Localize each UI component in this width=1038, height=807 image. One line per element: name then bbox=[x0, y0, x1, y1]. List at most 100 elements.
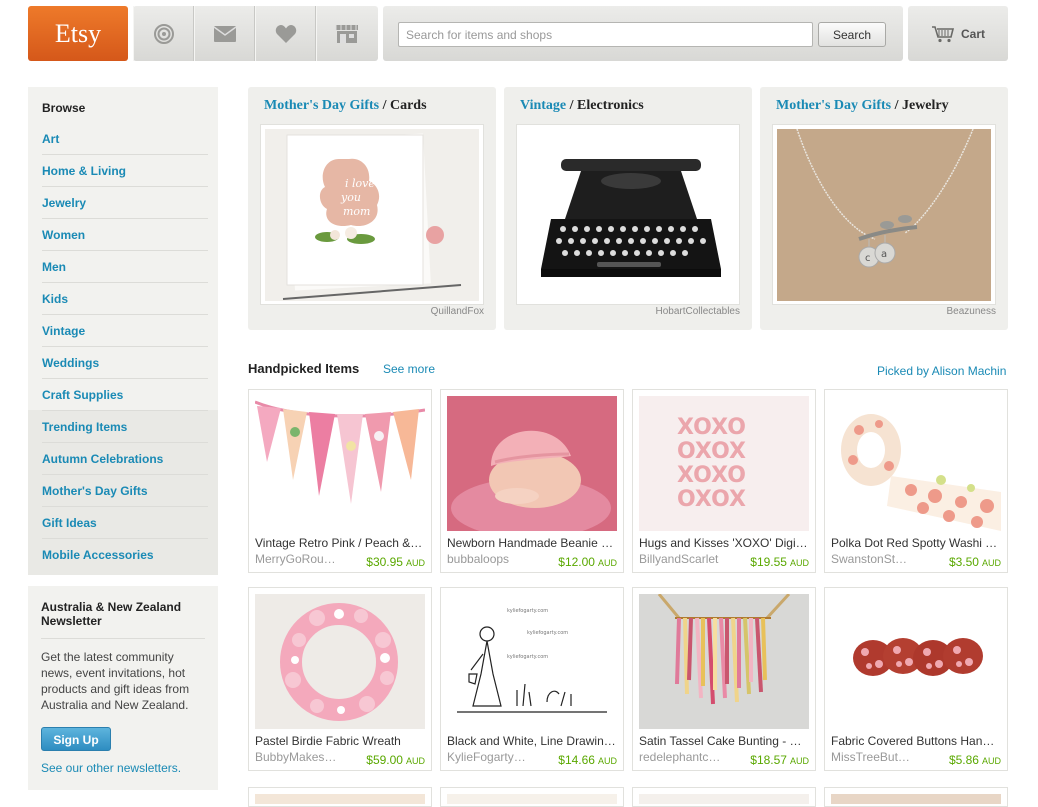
sidebar-item-gift-ideas[interactable]: Gift Ideas bbox=[42, 507, 208, 539]
feature-category-link[interactable]: Mother's Day Gifts bbox=[264, 98, 379, 113]
svg-text:OXOX: OXOX bbox=[677, 439, 746, 464]
favorites-button[interactable] bbox=[255, 6, 316, 61]
listing-image-xoxo-print[interactable]: XOXO OXOX XOXO OXOX bbox=[639, 396, 809, 531]
see-more-link[interactable]: See more bbox=[383, 362, 435, 376]
listing-title[interactable]: Hugs and Kisses 'XOXO' Digital Print bbox=[639, 536, 809, 550]
listing-image-partial bbox=[447, 794, 617, 804]
other-newsletters-link[interactable]: See our other newsletters. bbox=[41, 761, 205, 775]
price-value: $14.66 bbox=[558, 753, 595, 767]
listing-title[interactable]: Fabric Covered Buttons Handmade bbox=[831, 734, 1001, 748]
feature-credit[interactable]: QuillandFox bbox=[431, 306, 484, 317]
feature-image-necklace: c a bbox=[777, 129, 991, 301]
sidebar-item-women[interactable]: Women bbox=[42, 219, 208, 251]
feature-subcategory: Jewelry bbox=[901, 98, 949, 113]
listing-card[interactable]: Pastel Birdie Fabric Wreath BubbyMakes… … bbox=[248, 587, 432, 771]
listing-price: $14.66 AUD bbox=[558, 753, 617, 767]
listing-title[interactable]: Satin Tassel Cake Bunting - Pink bbox=[639, 734, 809, 748]
listing-card-partial[interactable] bbox=[632, 787, 816, 807]
sidebar-item-craft-supplies[interactable]: Craft Supplies bbox=[42, 379, 208, 411]
listing-shop[interactable]: bubbaloops bbox=[447, 552, 535, 566]
price-currency: AUD bbox=[597, 558, 617, 568]
newsletter-body: Get the latest community news, event inv… bbox=[41, 650, 190, 712]
listing-image-beanie[interactable] bbox=[447, 396, 617, 531]
price-value: $30.95 bbox=[366, 555, 403, 569]
feature-category-link[interactable]: Vintage bbox=[520, 98, 566, 113]
listing-title[interactable]: Pastel Birdie Fabric Wreath bbox=[255, 734, 425, 748]
messages-button[interactable] bbox=[194, 6, 255, 61]
listing-image-line-drawing[interactable]: kyliefogarty.com kyliefogarty.com kylief… bbox=[447, 594, 617, 729]
sidebar-item-kids[interactable]: Kids bbox=[42, 283, 208, 315]
price-currency: AUD bbox=[981, 558, 1001, 568]
feature-image-frame[interactable]: i love you mom bbox=[260, 124, 484, 305]
listing-card[interactable]: Satin Tassel Cake Bunting - Pink redelep… bbox=[632, 587, 816, 771]
listing-image-cake-bunting[interactable] bbox=[639, 594, 809, 729]
svg-text:XOXO: XOXO bbox=[677, 415, 746, 440]
sidebar-item-weddings[interactable]: Weddings bbox=[42, 347, 208, 379]
header-icon-bar bbox=[133, 6, 378, 61]
listing-image-bunting[interactable] bbox=[255, 396, 425, 531]
price-value: $59.00 bbox=[366, 753, 403, 767]
search-button[interactable]: Search bbox=[818, 22, 886, 47]
listing-shop[interactable]: SwanstonSt… bbox=[831, 552, 919, 566]
listing-image-partial bbox=[255, 794, 425, 804]
sidebar-item-men[interactable]: Men bbox=[42, 251, 208, 283]
feature-category-link[interactable]: Mother's Day Gifts bbox=[776, 98, 891, 113]
etsy-logo[interactable]: Etsy bbox=[28, 6, 128, 61]
listing-image-wreath[interactable] bbox=[255, 594, 425, 729]
search-input[interactable] bbox=[398, 22, 813, 47]
sidebar-item-mobile-accessories[interactable]: Mobile Accessories bbox=[42, 539, 208, 571]
signup-button[interactable]: Sign Up bbox=[41, 727, 111, 751]
feature-card[interactable]: Mother's Day Gifts / Jewelry c a Beazune… bbox=[760, 87, 1008, 330]
listing-shop[interactable]: redelephantc… bbox=[639, 750, 727, 764]
listing-image-washi-tape[interactable] bbox=[831, 396, 1001, 531]
cart-icon bbox=[931, 25, 955, 42]
sidebar-item-home-living[interactable]: Home & Living bbox=[42, 155, 208, 187]
sidebar-item-trending-items[interactable]: Trending Items bbox=[42, 411, 208, 443]
listing-shop[interactable]: MissTreeBut… bbox=[831, 750, 919, 764]
listing-image-buttons[interactable] bbox=[831, 594, 1001, 729]
listing-price: $3.50 AUD bbox=[949, 555, 1001, 569]
listing-shop[interactable]: KylieFogarty… bbox=[447, 750, 535, 764]
svg-text:mom: mom bbox=[343, 205, 370, 218]
sidebar-item-mothers-day-gifts[interactable]: Mother's Day Gifts bbox=[42, 475, 208, 507]
listing-card[interactable]: Vintage Retro Pink / Peach & Orange Bunt… bbox=[248, 389, 432, 573]
listing-title[interactable]: Polka Dot Red Spotty Washi Tape bbox=[831, 536, 1001, 550]
sidebar-item-art[interactable]: Art bbox=[42, 123, 208, 155]
search-button-label: Search bbox=[832, 27, 872, 42]
feature-credit[interactable]: Beazuness bbox=[947, 306, 996, 317]
listing-card[interactable]: Polka Dot Red Spotty Washi Tape Swanston… bbox=[824, 389, 1008, 573]
browse-title: Browse bbox=[42, 101, 86, 115]
feature-title: Mother's Day Gifts / Jewelry bbox=[776, 98, 949, 113]
listing-card[interactable]: Newborn Handmade Beanie Hat bubbaloops $… bbox=[440, 389, 624, 573]
listing-card-partial[interactable] bbox=[248, 787, 432, 807]
feature-subcategory: Electronics bbox=[577, 98, 644, 113]
listing-card-partial[interactable] bbox=[824, 787, 1008, 807]
price-value: $12.00 bbox=[558, 555, 595, 569]
newsletter-panel: Australia & New Zealand Newsletter Get t… bbox=[28, 586, 218, 790]
activity-button[interactable] bbox=[133, 6, 194, 61]
listing-shop[interactable]: MerryGoRou… bbox=[255, 552, 343, 566]
sidebar-item-vintage[interactable]: Vintage bbox=[42, 315, 208, 347]
listing-title[interactable]: Newborn Handmade Beanie Hat bbox=[447, 536, 617, 550]
listing-title[interactable]: Vintage Retro Pink / Peach & Orange Bunt… bbox=[255, 536, 425, 550]
picked-by-link[interactable]: Picked by Alison Machin bbox=[877, 364, 1006, 378]
shop-button[interactable] bbox=[316, 6, 377, 61]
listing-card-partial[interactable] bbox=[440, 787, 624, 807]
sidebar-item-jewelry[interactable]: Jewelry bbox=[42, 187, 208, 219]
listing-card[interactable]: XOXO OXOX XOXO OXOX Hugs and Kisses 'XOX… bbox=[632, 389, 816, 573]
listing-shop[interactable]: BubbyMakes… bbox=[255, 750, 343, 764]
feature-credit[interactable]: HobartCollectables bbox=[656, 306, 741, 317]
listing-card[interactable]: Fabric Covered Buttons Handmade MissTree… bbox=[824, 587, 1008, 771]
listing-shop[interactable]: BillyandScarlet bbox=[639, 552, 727, 566]
feature-image-frame[interactable]: c a bbox=[772, 124, 996, 305]
listing-card[interactable]: kyliefogarty.com kyliefogarty.com kylief… bbox=[440, 587, 624, 771]
feature-image-frame[interactable] bbox=[516, 124, 740, 305]
cart-button[interactable]: Cart bbox=[908, 6, 1008, 61]
feature-card[interactable]: Vintage / Electronics HobartCollectables bbox=[504, 87, 752, 330]
listing-title[interactable]: Black and White, Line Drawing Print bbox=[447, 734, 617, 748]
sidebar-item-autumn-celebrations[interactable]: Autumn Celebrations bbox=[42, 443, 208, 475]
feature-card[interactable]: Mother's Day Gifts / Cards i love you mo… bbox=[248, 87, 496, 330]
svg-text:XOXO: XOXO bbox=[677, 463, 746, 488]
listing-price: $19.55 AUD bbox=[750, 555, 809, 569]
browse-panel: Browse Art Home & Living Jewelry Women M… bbox=[28, 87, 218, 575]
